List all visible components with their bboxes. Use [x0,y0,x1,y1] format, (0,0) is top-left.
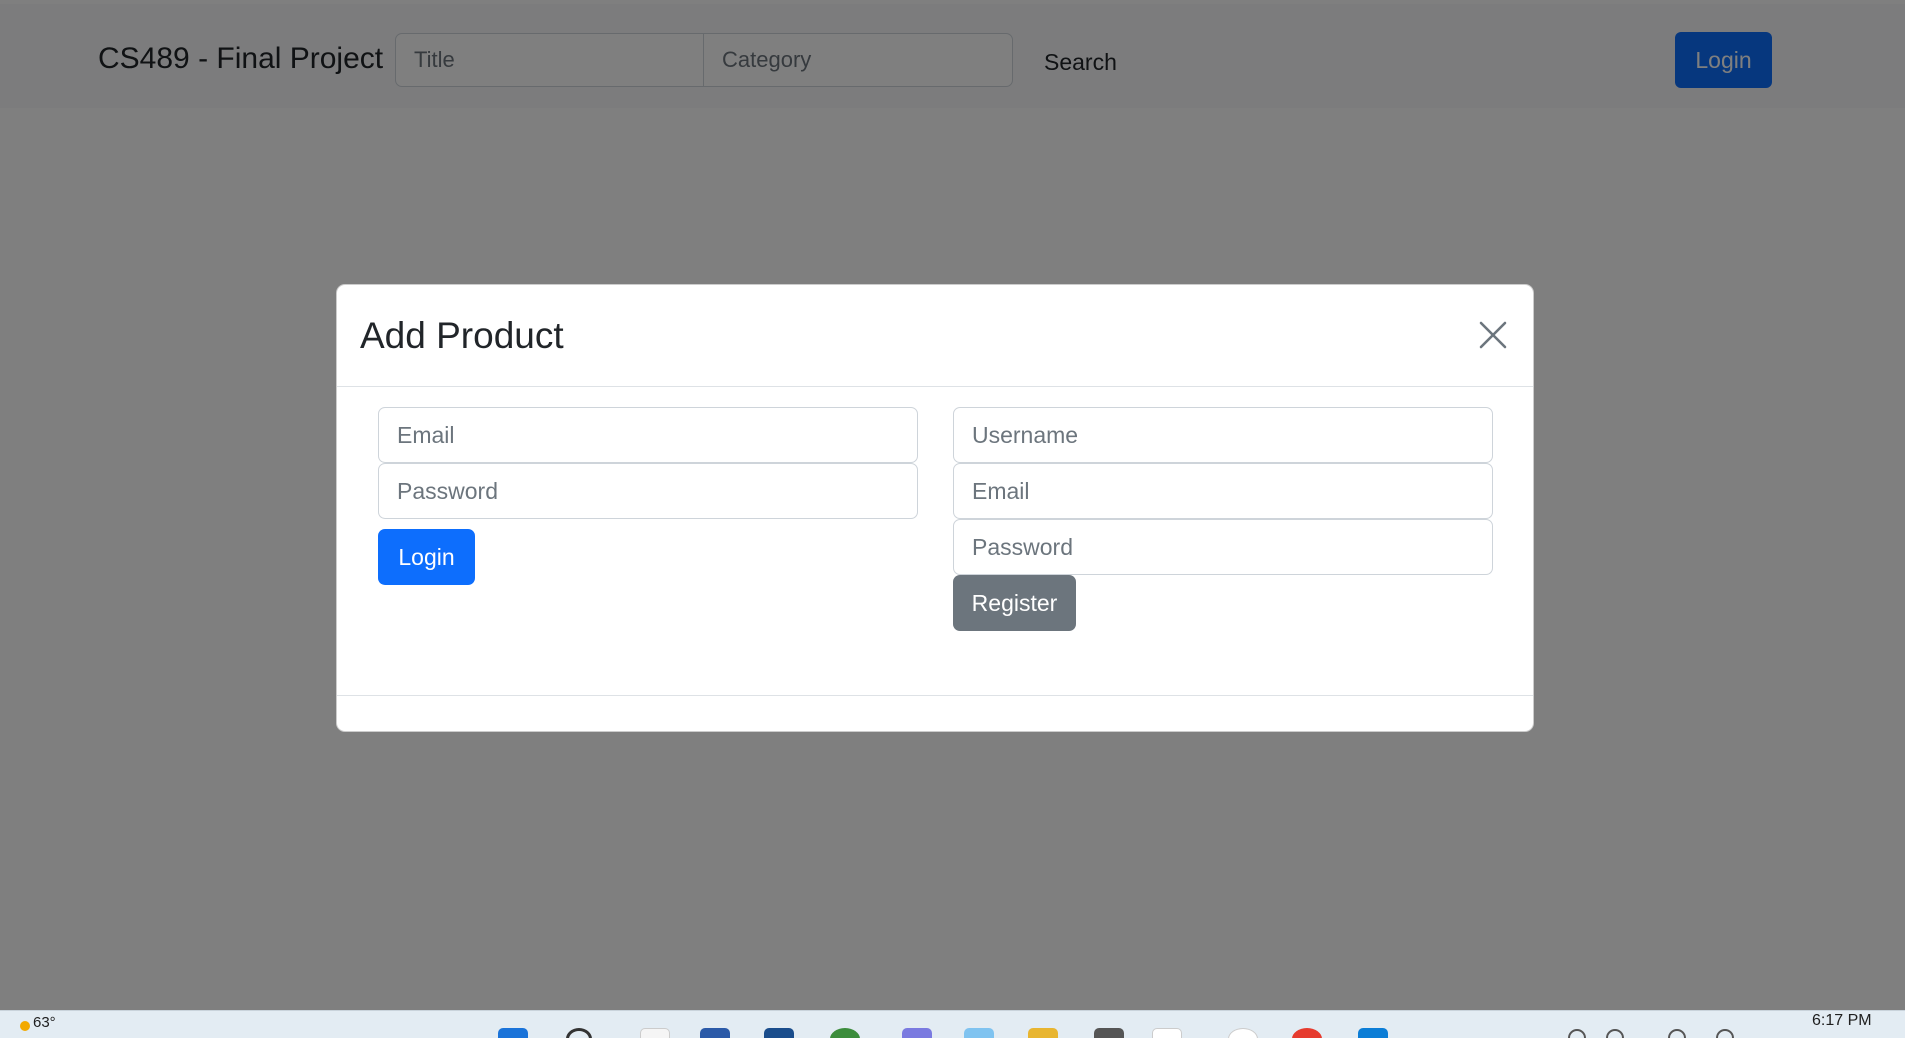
tray-icon-1[interactable] [1568,1029,1586,1038]
teams-icon[interactable] [902,1028,932,1038]
temperature-label: 63° [33,1013,56,1031]
page: CS489 - Final Project Search Login Add P… [0,0,1905,1038]
vscode-icon[interactable] [1358,1028,1388,1038]
volume-icon[interactable] [1716,1029,1734,1038]
app-icon-6[interactable] [1228,1028,1258,1038]
file-explorer-icon[interactable] [1028,1028,1058,1038]
close-button[interactable] [1475,317,1511,353]
app-icon-3[interactable] [830,1028,860,1038]
login-email-field[interactable] [378,407,918,463]
app-icon-7[interactable] [1292,1028,1322,1038]
app-icon-2[interactable] [764,1028,794,1038]
modal-footer [337,695,1533,733]
app-icon-1[interactable] [700,1028,730,1038]
login-password-field[interactable] [378,463,918,519]
start-icon[interactable] [498,1028,528,1038]
modal-title: Add Product [360,315,564,356]
register-submit-button[interactable]: Register [953,575,1076,631]
close-icon [1479,321,1507,349]
sun-icon [20,1021,30,1031]
task-view-icon[interactable] [640,1028,670,1038]
wifi-icon[interactable] [1668,1029,1686,1038]
register-password-field[interactable] [953,519,1493,575]
register-email-field[interactable] [953,463,1493,519]
weather-widget[interactable]: 63° [20,1013,56,1031]
os-taskbar: 63° 6:17 PM [0,1010,1905,1038]
login-submit-button[interactable]: Login [378,529,475,585]
active-app-icon[interactable] [1152,1028,1182,1038]
app-icon-5[interactable] [1094,1028,1124,1038]
clock-time[interactable]: 6:17 PM [1812,1012,1872,1030]
modal-header: Add Product [337,285,1533,387]
tray-icon-2[interactable] [1606,1029,1624,1038]
add-product-modal: Add Product Login Register [336,284,1534,732]
modal-body: Login Register [337,387,1533,655]
app-icon-4[interactable] [964,1028,994,1038]
register-username-field[interactable] [953,407,1493,463]
search-icon[interactable] [566,1028,592,1038]
